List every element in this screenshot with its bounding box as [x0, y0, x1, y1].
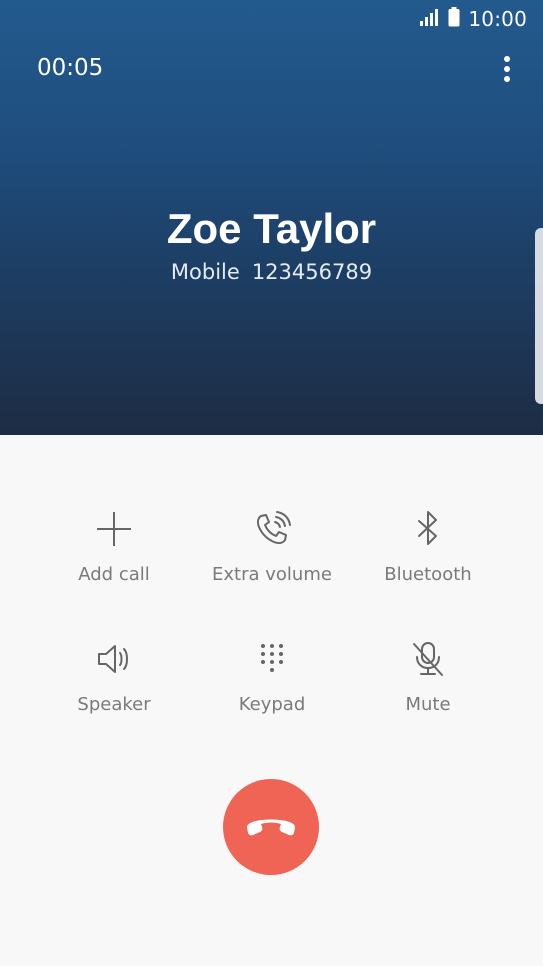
extra-volume-button[interactable]: Extra volume [192, 506, 352, 585]
keypad-button[interactable]: Keypad [192, 636, 352, 715]
status-time: 10:00 [468, 7, 527, 31]
bluetooth-icon [348, 506, 508, 552]
keypad-label: Keypad [238, 694, 306, 715]
status-bar: 10:00 [420, 6, 527, 32]
speaker-label: Speaker [77, 694, 151, 715]
signal-icon [420, 8, 440, 31]
more-options-icon[interactable] [495, 54, 519, 84]
battery-icon [448, 6, 460, 32]
call-header: 10:00 00:05 Zoe Taylor Mobile 123456789 [0, 0, 543, 435]
number-type: Mobile [170, 260, 240, 284]
add-call-label: Add call [78, 564, 150, 585]
caller-number-line: Mobile 123456789 [0, 260, 543, 284]
mute-button[interactable]: Mute [348, 636, 508, 715]
keypad-icon [192, 636, 352, 682]
bluetooth-label: Bluetooth [384, 564, 472, 585]
call-duration: 00:05 [37, 55, 104, 81]
end-call-icon [244, 812, 298, 843]
add-call-button[interactable]: Add call [34, 506, 194, 585]
mute-label: Mute [405, 694, 451, 715]
speaker-icon [34, 636, 194, 682]
mute-icon [348, 636, 508, 682]
speaker-button[interactable]: Speaker [34, 636, 194, 715]
end-call-button[interactable] [223, 779, 319, 875]
edge-panel-handle[interactable] [535, 228, 543, 404]
plus-icon [34, 506, 194, 552]
bluetooth-button[interactable]: Bluetooth [348, 506, 508, 585]
extra-volume-icon [192, 506, 352, 552]
extra-volume-label: Extra volume [212, 564, 332, 585]
caller-number: 123456789 [251, 260, 373, 284]
caller-name: Zoe Taylor [166, 205, 377, 252]
